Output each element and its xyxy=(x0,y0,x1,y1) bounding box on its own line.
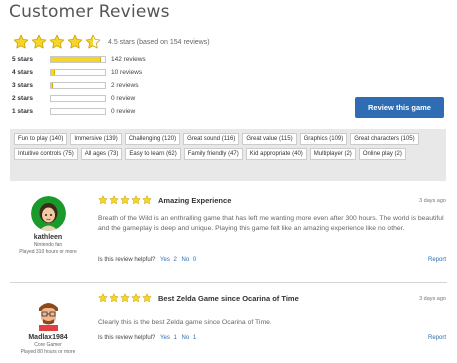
avatar xyxy=(30,296,66,331)
breakdown-bar-fill xyxy=(51,83,53,88)
helpful-yes-count: 1 xyxy=(173,335,177,341)
average-stars xyxy=(13,34,103,50)
reviewer-name[interactable]: Madlax1984 xyxy=(10,334,86,341)
page-title: Customer Reviews xyxy=(9,2,170,22)
reviewer-playtime: Played 80 hours or more xyxy=(20,349,76,355)
avatar xyxy=(30,196,66,231)
helpful-yes-link[interactable]: Yes xyxy=(160,335,170,341)
report-link[interactable]: Report xyxy=(428,257,446,263)
breakdown-label: 4 stars xyxy=(12,69,33,76)
helpful-yes-link[interactable]: Yes xyxy=(160,257,170,263)
helpful-question: Is this review helpful? xyxy=(98,257,156,263)
review-rating: Best Zelda Game since Ocarina of Time xyxy=(98,293,299,303)
breakdown-label: 3 stars xyxy=(12,82,33,89)
reviewer-playtime: Played 310 hours or more xyxy=(19,249,77,255)
helpful-prompt: Is this review helpful? Yes 1 No 1 xyxy=(98,335,196,341)
helpful-no-count: 0 xyxy=(192,257,197,263)
helpful-no-count: 1 xyxy=(192,335,197,341)
rating-summary-text: 4.5 stars (based on 154 reviews) xyxy=(108,38,210,46)
review-date: 3 days ago xyxy=(419,296,446,302)
star-icon xyxy=(109,195,119,205)
helpful-question: Is this review helpful? xyxy=(98,335,156,341)
star-icon xyxy=(98,293,108,303)
review-date: 3 days ago xyxy=(419,198,446,204)
divider xyxy=(10,282,447,283)
reviewer-info: Madlax1984 Core Gamer Played 80 hours or… xyxy=(10,296,86,355)
star-icon xyxy=(67,34,83,50)
helpful-no-link[interactable]: No xyxy=(182,257,190,263)
breakdown-count: 0 review xyxy=(111,95,136,102)
rating-summary: 4.5 stars (based on 154 reviews) xyxy=(13,34,210,50)
helpful-yes-count: 2 xyxy=(173,257,177,263)
review-tag[interactable]: Online play (2) xyxy=(358,148,406,160)
reviewer-info: kathleen Nintendo fan Played 310 hours o… xyxy=(10,196,86,255)
helpful-no-link[interactable]: No xyxy=(182,335,190,341)
star-icon xyxy=(13,34,29,50)
review-card: kathleen Nintendo fan Played 310 hours o… xyxy=(10,190,450,290)
star-icon xyxy=(49,34,65,50)
review-tag[interactable]: Challenging (120) xyxy=(124,133,181,145)
rating-breakdown-row[interactable]: 5 stars 142 reviews xyxy=(12,54,146,65)
review-title: Best Zelda Game since Ocarina of Time xyxy=(158,293,299,303)
breakdown-bar-fill xyxy=(51,70,55,75)
rating-breakdown-row[interactable]: 3 stars 2 reviews xyxy=(12,80,146,91)
star-icon xyxy=(131,293,141,303)
review-tag[interactable]: Fun to play (140) xyxy=(14,133,68,145)
review-title: Amazing Experience xyxy=(158,195,232,205)
review-tag[interactable]: Intuitive controls (75) xyxy=(14,148,78,160)
review-tags: Fun to play (140) Immersive (139) Challeng… xyxy=(10,129,446,181)
review-tag[interactable]: Multiplayer (2) xyxy=(309,148,356,160)
rating-breakdown: 5 stars 142 reviews 4 stars 10 reviews 3 sta… xyxy=(12,54,146,119)
breakdown-bar xyxy=(50,108,106,115)
breakdown-bar xyxy=(50,69,106,76)
rating-breakdown-row[interactable]: 4 stars 10 reviews xyxy=(12,67,146,78)
review-body: Clearly this is the best Zelda game sinc… xyxy=(98,319,272,326)
reviewer-role: Core Gamer xyxy=(34,342,62,348)
breakdown-bar xyxy=(50,56,106,63)
rating-breakdown-row[interactable]: 2 stars 0 review xyxy=(12,93,146,104)
review-tag[interactable]: Great characters (105) xyxy=(350,133,419,145)
review-tag[interactable]: Graphics (109) xyxy=(299,133,348,145)
reviewer-role: Nintendo fan xyxy=(33,242,63,248)
review-tag[interactable]: Great sound (116) xyxy=(183,133,240,145)
breakdown-count: 142 reviews xyxy=(111,56,146,63)
review-this-game-button[interactable]: Review this game xyxy=(355,97,444,118)
star-icon xyxy=(120,195,130,205)
rating-breakdown-row[interactable]: 1 stars 0 review xyxy=(12,106,146,117)
review-rating: Amazing Experience xyxy=(98,195,231,205)
report-link[interactable]: Report xyxy=(428,335,446,341)
star-icon xyxy=(131,195,141,205)
breakdown-label: 1 stars xyxy=(12,108,33,115)
star-icon xyxy=(120,293,130,303)
breakdown-label: 5 stars xyxy=(12,56,33,63)
star-icon xyxy=(142,293,152,303)
review-tag[interactable]: Kid appropriate (40) xyxy=(245,148,307,160)
star-icon xyxy=(31,34,47,50)
breakdown-count: 2 reviews xyxy=(111,82,139,89)
breakdown-count: 10 reviews xyxy=(111,69,143,76)
breakdown-bar xyxy=(50,82,106,89)
breakdown-count: 0 review xyxy=(111,108,136,115)
star-icon xyxy=(142,195,152,205)
helpful-prompt: Is this review helpful? Yes 2 No 0 xyxy=(98,257,196,263)
breakdown-label: 2 stars xyxy=(12,95,33,102)
reviewer-name[interactable]: kathleen xyxy=(10,234,86,241)
review-tag[interactable]: Great value (115) xyxy=(242,133,297,145)
review-tag[interactable]: All ages (73) xyxy=(80,148,123,160)
star-icon xyxy=(98,195,108,205)
breakdown-bar-fill xyxy=(51,57,101,62)
breakdown-bar xyxy=(50,95,106,102)
star-icon xyxy=(109,293,119,303)
review-card: Madlax1984 Core Gamer Played 80 hours or… xyxy=(10,288,450,363)
review-tag[interactable]: Family friendly (47) xyxy=(183,148,243,160)
review-tag[interactable]: Easy to learn (62) xyxy=(125,148,181,160)
review-tag[interactable]: Immersive (139) xyxy=(70,133,122,145)
half-star-icon xyxy=(85,34,101,50)
review-body: Breath of the Wild is an enthralling gam… xyxy=(98,215,444,232)
